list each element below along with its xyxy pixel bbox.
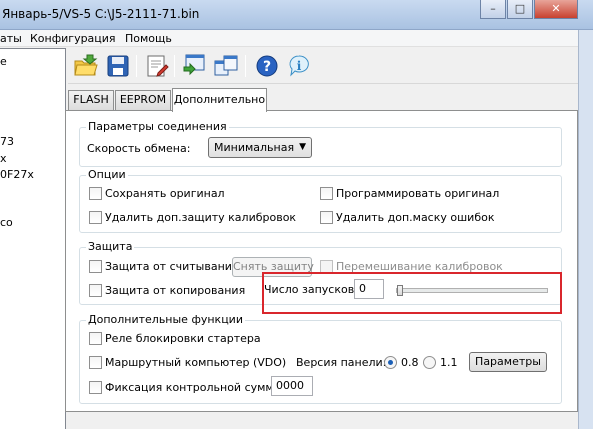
tab-flash[interactable]: FLASH [68, 90, 114, 110]
toolbar-separator [245, 55, 246, 77]
title-bar: Январь-5/VS-5 C:\J5-2111-71.bin – □ ✕ [0, 0, 593, 30]
save-original-label: Сохранять оригинал [105, 187, 225, 200]
help-icon[interactable]: ? [254, 53, 280, 79]
program-original-label: Программировать оригинал [336, 187, 500, 200]
open-folder-icon[interactable] [73, 53, 99, 79]
toolbar: ? i [68, 48, 578, 84]
toolbar-separator [174, 55, 175, 77]
options-group: Опции Сохранять оригинал Программировать… [79, 168, 562, 233]
remove-calib-protection-label: Удалить доп.защиту калибровок [105, 211, 297, 224]
route-computer-label: Маршрутный компьютер (VDO) [105, 356, 287, 369]
windows-compare-icon[interactable] [213, 53, 239, 79]
read-protection-checkbox[interactable] [89, 260, 102, 273]
list-item[interactable]: co [0, 216, 13, 229]
close-button[interactable]: ✕ [534, 0, 578, 19]
speed-select-value: Минимальная [214, 141, 295, 154]
window-title: Январь-5/VS-5 C:\J5-2111-71.bin [2, 7, 200, 21]
route-computer-checkbox[interactable] [89, 356, 102, 369]
document-edit-icon[interactable] [144, 53, 170, 79]
status-strip [66, 412, 578, 429]
save-disk-icon[interactable] [105, 53, 131, 79]
save-original-checkbox[interactable] [89, 187, 102, 200]
connection-group: Параметры соединения Скорость обмена: Ми… [79, 120, 562, 167]
speed-select[interactable]: Минимальная ▼ [208, 137, 312, 158]
copy-protection-checkbox[interactable] [89, 284, 102, 297]
version-08-radio[interactable] [384, 356, 397, 369]
minimize-button[interactable]: – [480, 0, 506, 19]
chevron-down-icon: ▼ [299, 142, 306, 152]
window-border [578, 30, 593, 429]
tab-extra[interactable]: Дополнительно [172, 88, 267, 112]
tab-page-extra: Параметры соединения Скорость обмена: Ми… [65, 110, 578, 412]
panel-version-label: Версия панели: [296, 356, 387, 369]
menu-bar: аты Конфигурация Помощь [0, 30, 578, 47]
info-icon[interactable]: i [286, 53, 312, 79]
version-11-radio[interactable] [423, 356, 436, 369]
program-original-checkbox[interactable] [320, 187, 333, 200]
remove-calib-protection-checkbox[interactable] [89, 211, 102, 224]
menu-item-help[interactable]: Помощь [125, 32, 172, 45]
maximize-button[interactable]: □ [507, 0, 533, 19]
list-item[interactable]: 73 [0, 135, 14, 148]
starter-lock-relay-checkbox[interactable] [89, 332, 102, 345]
remove-error-mask-label: Удалить доп.маску ошибок [336, 211, 495, 224]
tab-eeprom[interactable]: EEPROM [115, 90, 171, 110]
list-item[interactable]: 0F27x [0, 168, 34, 181]
menu-item-configuration[interactable]: Конфигурация [30, 32, 116, 45]
copy-protection-label: Защита от копирования [105, 284, 246, 297]
extra-functions-group-title: Дополнительные функции [86, 313, 245, 326]
list-item[interactable]: e [0, 55, 7, 68]
protection-group-title: Защита [86, 240, 135, 253]
checksum-fix-label: Фиксация контрольной суммы [105, 381, 283, 394]
checksum-fix-checkbox[interactable] [89, 381, 102, 394]
menu-item-tools[interactable]: аты [0, 32, 22, 45]
params-button[interactable]: Параметры [469, 352, 547, 372]
remove-error-mask-checkbox[interactable] [320, 211, 333, 224]
toolbar-separator [136, 55, 137, 77]
checksum-field[interactable]: 0000 [271, 376, 313, 396]
list-item[interactable]: x [0, 152, 7, 165]
file-list-panel[interactable]: e 73 x 0F27x co [0, 48, 66, 429]
svg-text:i: i [297, 59, 302, 73]
connection-group-title: Параметры соединения [86, 120, 229, 133]
speed-label: Скорость обмена: [87, 142, 191, 155]
version-11-label: 1.1 [440, 356, 458, 369]
options-group-title: Опции [86, 168, 128, 181]
starter-lock-relay-label: Реле блокировки стартера [105, 332, 261, 345]
download-window-icon[interactable] [181, 53, 207, 79]
read-protection-label: Защита от считывания [105, 260, 239, 273]
version-08-label: 0.8 [401, 356, 419, 369]
svg-text:?: ? [263, 59, 271, 75]
highlight-box [262, 272, 562, 314]
extra-functions-group: Дополнительные функции Реле блокировки с… [79, 313, 562, 404]
